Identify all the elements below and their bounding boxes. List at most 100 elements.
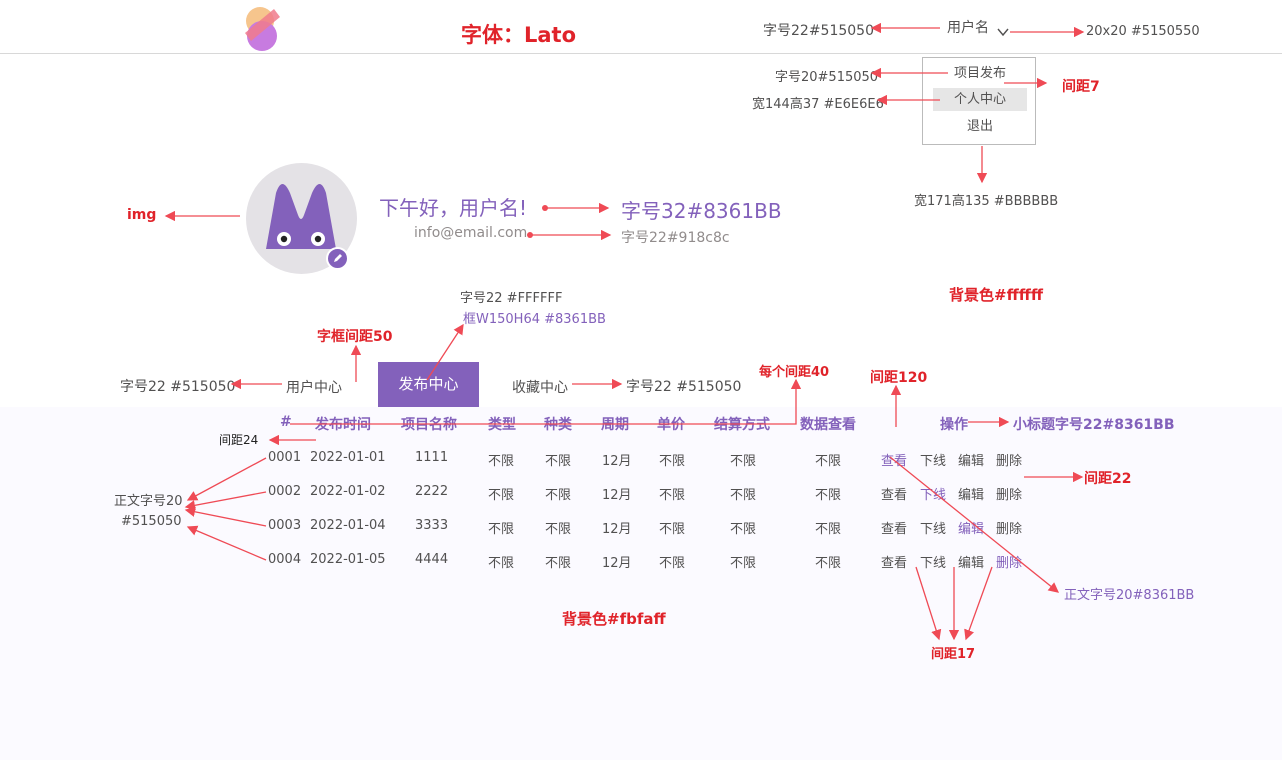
gap40-note: 每个间距40 <box>759 365 830 380</box>
cell-settlement: 不限 <box>730 556 757 571</box>
cell-category: 不限 <box>545 522 572 537</box>
cell-index: 0004 <box>268 552 302 567</box>
cell-data-view: 不限 <box>815 488 842 503</box>
dropdown-box-note: 宽171高135 #BBBBBB <box>914 194 1059 209</box>
edit-avatar-button[interactable] <box>326 247 349 270</box>
cell-settlement: 不限 <box>730 522 757 537</box>
tab-favorites-center[interactable]: 收藏中心 <box>512 377 568 397</box>
cell-publish-time: 2022-01-05 <box>310 552 386 567</box>
cell-data-view: 不限 <box>815 454 842 469</box>
delete-button[interactable]: 删除 <box>996 552 1022 571</box>
offline-button[interactable]: 下线 <box>920 518 946 537</box>
tab-user-center[interactable]: 用户中心 <box>286 377 342 397</box>
col-header-period: 周期 <box>601 417 629 433</box>
cell-index: 0002 <box>268 484 302 499</box>
chevron-size-note: 20x20 #5150550 <box>1086 24 1200 39</box>
font-annotation-title: 字体：Lato <box>461 23 577 47</box>
email-font-note: 字号22#918c8c <box>621 230 730 246</box>
profile-email: info@email.com <box>414 225 528 241</box>
col-header-index: # <box>280 414 292 430</box>
publish-button-font-note: 字号22 #FFFFFF <box>460 291 563 306</box>
left-tab-font-note: 字号22 #515050 <box>120 379 236 395</box>
edit-button[interactable]: 编辑 <box>958 518 984 537</box>
cell-type: 不限 <box>488 488 515 503</box>
col-header-type: 类型 <box>488 417 516 433</box>
header-font-note: 小标题字号22#8361BB <box>1013 417 1175 433</box>
edit-button[interactable]: 编辑 <box>958 552 984 571</box>
gap120-note: 间距120 <box>870 370 928 386</box>
gap22-note: 间距22 <box>1084 471 1132 487</box>
col-header-settlement: 结算方式 <box>714 417 770 433</box>
col-header-category: 种类 <box>544 417 572 433</box>
col-header-actions: 操作 <box>940 417 968 433</box>
header-username[interactable]: 用户名 <box>947 17 989 37</box>
menu-item-logout[interactable]: 退出 <box>933 115 1027 138</box>
edit-button[interactable]: 编辑 <box>958 450 984 469</box>
cell-type: 不限 <box>488 522 515 537</box>
offline-button[interactable]: 下线 <box>920 552 946 571</box>
cell-type: 不限 <box>488 556 515 571</box>
tab-publish-center[interactable]: 发布中心 <box>378 362 479 407</box>
cell-period: 12月 <box>602 522 632 537</box>
cell-project-name: 2222 <box>415 484 449 499</box>
view-button[interactable]: 查看 <box>881 552 907 571</box>
chevron-down-icon[interactable] <box>996 24 1010 38</box>
col-header-project-name: 项目名称 <box>401 417 457 433</box>
edit-button[interactable]: 编辑 <box>958 484 984 503</box>
menu-item-publish[interactable]: 项目发布 <box>933 62 1027 85</box>
publish-button-box-note: 框W150H64 #8361BB <box>463 312 606 327</box>
col-header-publish-time: 发布时间 <box>315 417 371 433</box>
view-button[interactable]: 查看 <box>881 484 907 503</box>
cell-settlement: 不限 <box>730 488 757 503</box>
cell-price: 不限 <box>659 454 686 469</box>
body-font-note: 正文字号20 <box>114 494 183 509</box>
body-color-note: #515050 <box>121 514 182 529</box>
cell-price: 不限 <box>659 488 686 503</box>
gap24-note: 间距24 <box>219 433 259 447</box>
table-bg-note: 背景色#fbfaff <box>562 610 666 628</box>
cell-category: 不限 <box>545 454 572 469</box>
delete-button[interactable]: 删除 <box>996 518 1022 537</box>
cell-settlement: 不限 <box>730 454 757 469</box>
cell-publish-time: 2022-01-04 <box>310 518 386 533</box>
right-tab-font-note: 字号22 #515050 <box>626 379 742 395</box>
app-logo[interactable] <box>240 3 284 53</box>
cell-index: 0001 <box>268 450 302 465</box>
offline-button[interactable]: 下线 <box>920 484 946 503</box>
cell-type: 不限 <box>488 454 515 469</box>
cell-data-view: 不限 <box>815 556 842 571</box>
view-button[interactable]: 查看 <box>881 450 907 469</box>
logo-icon <box>245 7 280 51</box>
cell-period: 12月 <box>602 556 632 571</box>
cell-project-name: 3333 <box>415 518 449 533</box>
cell-period: 12月 <box>602 454 632 469</box>
cell-data-view: 不限 <box>815 522 842 537</box>
dropdown-active-note: 宽144高37 #E6E6E6 <box>752 97 884 112</box>
cell-publish-time: 2022-01-02 <box>310 484 386 499</box>
dropdown-gap-note: 间距7 <box>1062 79 1100 95</box>
greeting-font-note: 字号32#8361BB <box>621 199 782 223</box>
col-header-data-view: 数据查看 <box>800 417 856 433</box>
cell-project-name: 4444 <box>415 552 449 567</box>
cell-project-name: 1111 <box>415 450 449 465</box>
cell-category: 不限 <box>545 488 572 503</box>
dropdown-font-note: 字号20#515050 <box>775 70 879 85</box>
cell-price: 不限 <box>659 556 686 571</box>
col-header-price: 单价 <box>657 417 685 433</box>
view-button[interactable]: 查看 <box>881 518 907 537</box>
cell-publish-time: 2022-01-01 <box>310 450 386 465</box>
menu-item-personal-center[interactable]: 个人中心 <box>933 88 1027 111</box>
action-highlight-note: 正文字号20#8361BB <box>1064 588 1195 603</box>
white-bg-note: 背景色#ffffff <box>949 286 1044 304</box>
delete-button[interactable]: 删除 <box>996 450 1022 469</box>
cell-price: 不限 <box>659 522 686 537</box>
offline-button[interactable]: 下线 <box>920 450 946 469</box>
user-dropdown-menu: 项目发布 个人中心 退出 <box>922 57 1036 145</box>
gap17-note: 间距17 <box>931 647 976 662</box>
img-note: img <box>127 207 157 223</box>
delete-button[interactable]: 删除 <box>996 484 1022 503</box>
pencil-icon <box>334 254 342 262</box>
username-font-note: 字号22#515050 <box>763 23 874 39</box>
cell-index: 0003 <box>268 518 302 533</box>
cell-category: 不限 <box>545 556 572 571</box>
